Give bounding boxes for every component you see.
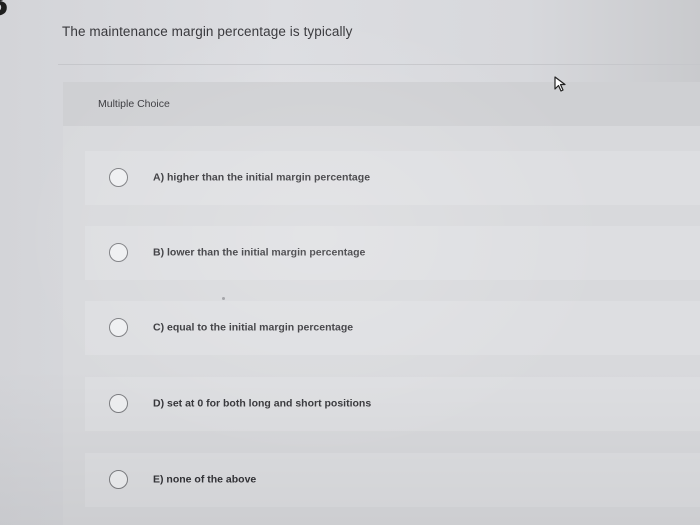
option-label: C) equal to the initial margin percentag…: [153, 321, 354, 334]
option-label: D) set at 0 for both long and short posi…: [153, 397, 372, 410]
option-e[interactable]: E) none of the above: [85, 453, 700, 507]
option-label: B) lower than the initial margin percent…: [153, 246, 366, 259]
card-header: Multiple Choice: [63, 82, 700, 126]
radio-unchecked-icon[interactable]: [109, 470, 128, 489]
option-d[interactable]: D) set at 0 for both long and short posi…: [85, 377, 700, 431]
option-label: E) none of the above: [153, 473, 257, 486]
radio-unchecked-icon[interactable]: [109, 168, 128, 187]
radio-unchecked-icon[interactable]: [109, 394, 128, 413]
divider: [58, 64, 700, 65]
question-type-label: Multiple Choice: [98, 98, 170, 110]
question-number: 3: [0, 0, 8, 22]
option-a[interactable]: A) higher than the initial margin percen…: [85, 151, 700, 205]
radio-unchecked-icon[interactable]: [109, 243, 128, 262]
radio-unchecked-icon[interactable]: [109, 318, 128, 337]
question-text: The maintenance margin percentage is typ…: [62, 24, 353, 39]
mouse-pointer-icon: [554, 76, 566, 92]
stray-dot: [222, 297, 225, 300]
option-c[interactable]: C) equal to the initial margin percentag…: [85, 301, 700, 355]
option-label: A) higher than the initial margin percen…: [153, 171, 371, 184]
option-b[interactable]: B) lower than the initial margin percent…: [85, 226, 700, 280]
